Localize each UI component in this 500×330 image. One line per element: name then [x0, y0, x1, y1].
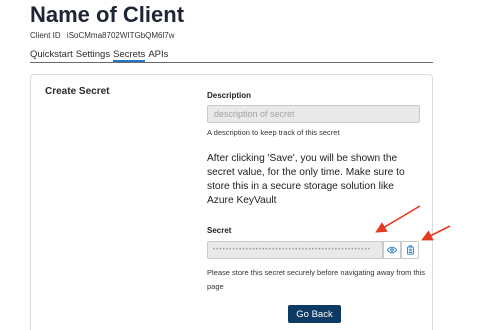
description-input[interactable]	[207, 105, 420, 123]
tab-quickstart[interactable]: Quickstart	[30, 49, 73, 62]
secret-value-field[interactable]: ••••••••••••••••••••••••••••••••••••••••…	[207, 241, 383, 259]
copy-secret-button[interactable]	[401, 241, 419, 259]
save-notice-text: After clicking 'Save', you will be shown…	[207, 153, 405, 206]
page-title: Name of Client	[30, 2, 185, 27]
create-secret-card: Create Secret Description A description …	[30, 74, 433, 330]
client-id-value: iSoCMma8702WITGbQM6l7w	[66, 31, 175, 40]
eye-icon	[387, 246, 397, 254]
secret-help-text: Please store this secret securely before…	[207, 268, 426, 291]
tab-apis[interactable]: APIs	[148, 49, 168, 62]
client-id-label: Client ID	[30, 31, 61, 40]
client-id-row: Client ID iSoCMma8702WITGbQM6l7w	[30, 31, 175, 40]
tab-settings[interactable]: Settings	[76, 49, 110, 62]
reveal-secret-button[interactable]	[383, 241, 401, 259]
tab-bar: Quickstart Settings Secrets APIs	[30, 49, 433, 63]
tab-secrets[interactable]: Secrets	[113, 49, 146, 62]
copy-icon	[406, 245, 414, 255]
description-label: Description	[207, 91, 252, 100]
card-title: Create Secret	[45, 86, 110, 97]
go-back-button[interactable]: Go Back	[288, 305, 341, 323]
description-help-text: A description to keep track of this secr…	[207, 128, 340, 137]
secret-label: Secret	[207, 226, 232, 235]
